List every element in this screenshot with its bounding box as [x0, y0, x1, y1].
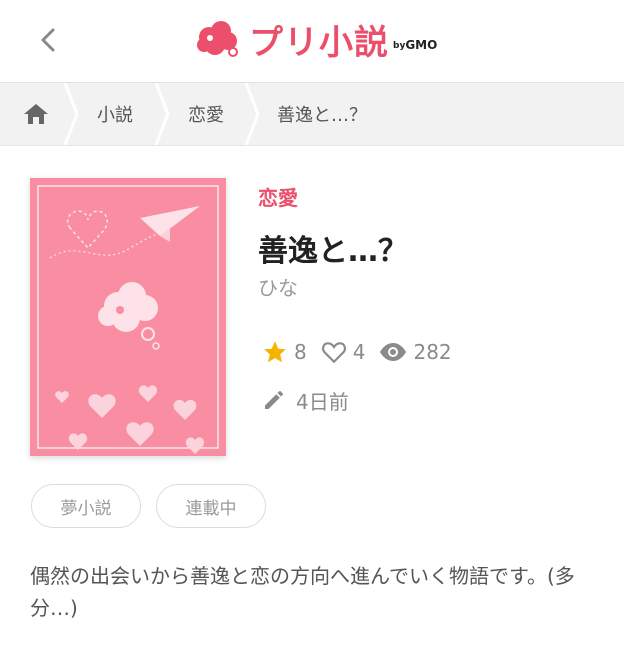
- pencil-icon: [265, 391, 283, 409]
- logo-text: プリ小説: [249, 22, 389, 63]
- chevron-left-icon: [41, 28, 55, 52]
- breadcrumb-item-current: 善逸と…？: [277, 105, 367, 126]
- tag-serializing[interactable]: 連載中: [156, 484, 266, 528]
- likes-stat: 4: [321, 340, 366, 364]
- eye-icon: [380, 343, 407, 361]
- book-title: 善逸と…？: [258, 234, 408, 269]
- logo-gmo: GMO: [405, 38, 438, 52]
- views-stat: 282: [379, 340, 452, 364]
- cover-illustration: [37, 185, 219, 454]
- star-icon: [264, 341, 286, 363]
- app-logo[interactable]: プリ小説 by GMO: [195, 14, 437, 64]
- breadcrumb-item-novel[interactable]: 小説: [97, 83, 133, 145]
- book-cover[interactable]: [30, 178, 226, 456]
- book-author[interactable]: ひな: [258, 272, 298, 301]
- breadcrumb-separator: [245, 83, 259, 145]
- updated-text: 4日前: [296, 389, 349, 414]
- breadcrumb: 小説 恋愛 善逸と…？: [0, 83, 624, 146]
- back-button[interactable]: [28, 20, 68, 60]
- breadcrumb-home[interactable]: [22, 83, 50, 145]
- heart-outline-icon: [321, 342, 346, 364]
- book-description: 偶然の出会いから善逸と恋の方向へ進んでいく物語です。(多分…): [30, 564, 575, 620]
- book-genre[interactable]: 恋愛: [258, 182, 298, 211]
- book-stats: 8 4 282: [262, 336, 466, 368]
- breadcrumb-separator: [64, 83, 78, 145]
- book-updated: 4日前: [262, 384, 349, 416]
- views-count: 282: [413, 340, 452, 364]
- home-icon: [24, 104, 48, 124]
- stars-count: 8: [294, 340, 307, 364]
- app-header: プリ小説 by GMO: [0, 0, 624, 83]
- breadcrumb-item-genre[interactable]: 恋愛: [188, 83, 224, 145]
- likes-count: 4: [352, 340, 366, 364]
- breadcrumb-separator: [155, 83, 169, 145]
- stars-stat: 8: [262, 339, 307, 365]
- tag-dream-novel[interactable]: 夢小説: [31, 484, 141, 528]
- cloud-logo-icon: [197, 21, 238, 57]
- logo-by: by: [393, 41, 406, 51]
